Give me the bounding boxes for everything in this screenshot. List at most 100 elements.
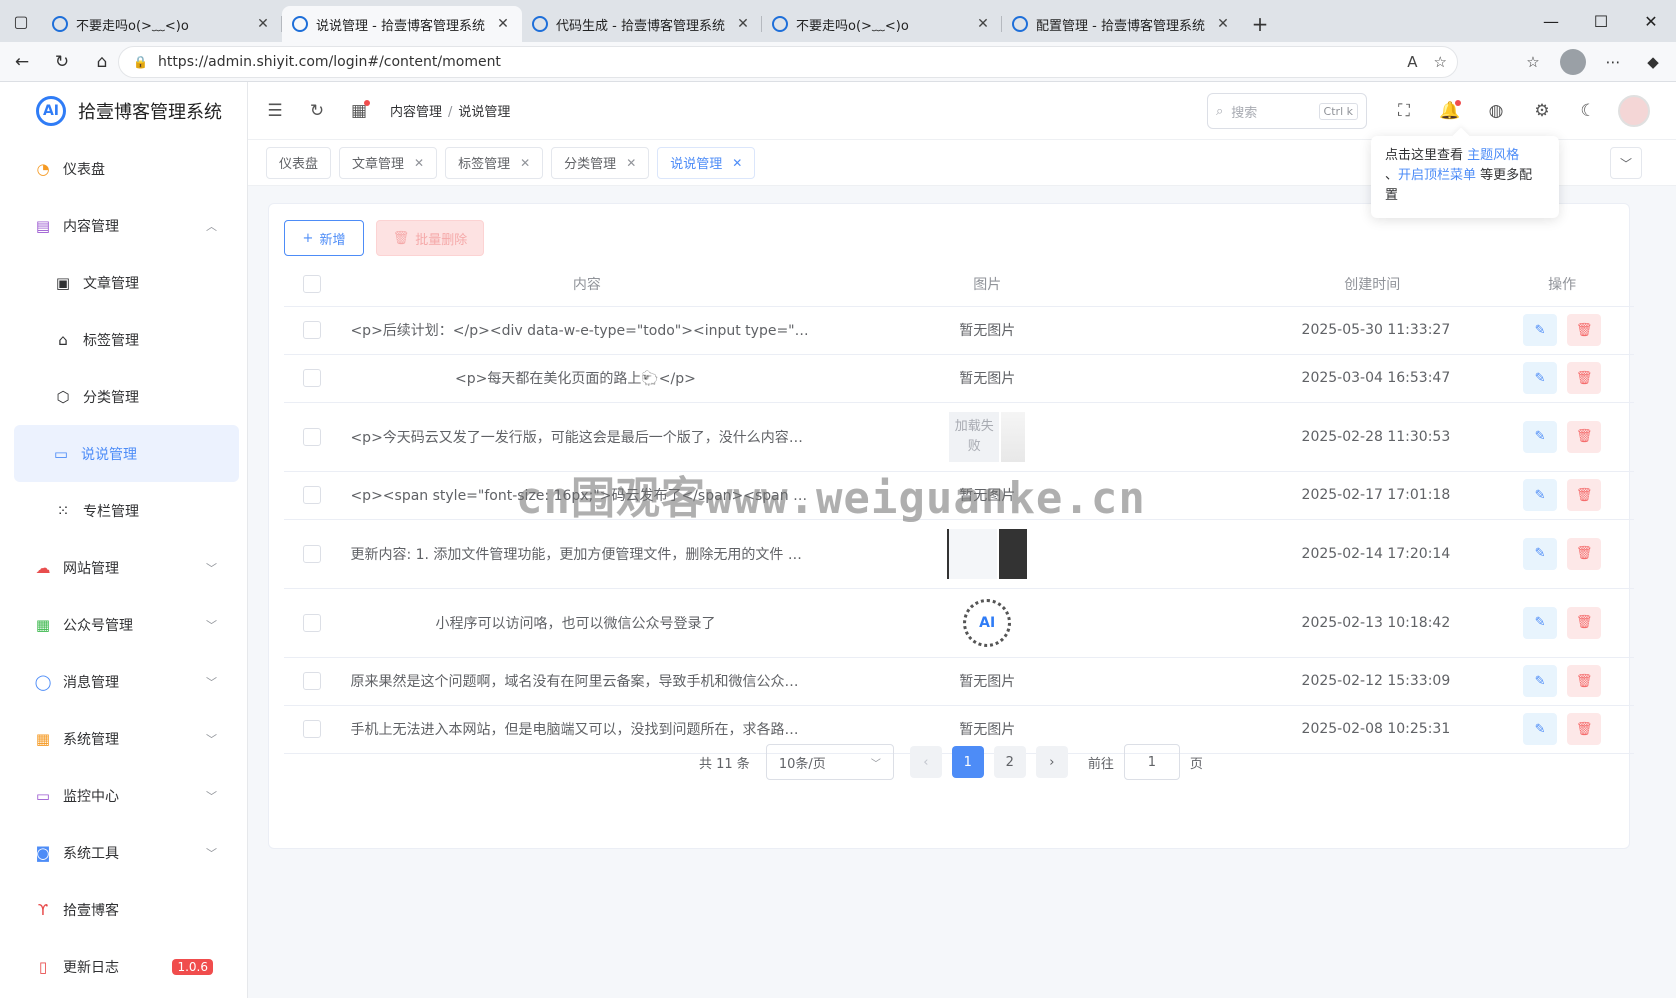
delete-button[interactable]: 🗑 (1567, 665, 1602, 697)
browser-tab[interactable]: 配置管理 - 拾壹博客管理系统 ✕ (1002, 6, 1242, 42)
delete-button[interactable]: 🗑 (1567, 537, 1602, 570)
browser-tab[interactable]: 代码生成 - 拾壹博客管理系统 ✕ (522, 6, 762, 42)
profile-icon[interactable] (1560, 49, 1586, 75)
close-tab-icon[interactable]: ✕ (1214, 16, 1232, 32)
next-page-button[interactable]: › (1035, 746, 1068, 778)
row-checkbox[interactable] (303, 486, 322, 504)
sidebar-item-messages[interactable]: ◯ 消息管理 ﹀ (0, 653, 247, 710)
delete-button[interactable]: 🗑 (1567, 479, 1602, 511)
tag-tags[interactable]: 标签管理 ✕ (445, 146, 544, 179)
language-icon[interactable]: ◍ (1475, 90, 1517, 132)
delete-button[interactable]: 🗑 (1567, 362, 1602, 394)
read-aloud-icon[interactable]: A (1407, 53, 1417, 71)
tag-articles[interactable]: 文章管理 ✕ (339, 146, 438, 179)
browser-tab[interactable]: 不要走吗o(>﹏<)o ✕ (762, 6, 1002, 42)
sidebar-item-columns[interactable]: ⁙ 专栏管理 (0, 482, 247, 539)
edit-button[interactable]: ✎ (1523, 420, 1558, 453)
image-thumbnail[interactable]: 加载失败 (949, 411, 1026, 462)
favorite-star-icon[interactable]: ☆ (1434, 53, 1447, 71)
sidebar-item-system[interactable]: ▦ 系统管理 ﹀ (0, 710, 247, 767)
refresh-icon[interactable]: ↻ (296, 90, 338, 132)
page-1-button[interactable]: 1 (951, 746, 984, 778)
chevron-down-icon[interactable]: ﹀ (1610, 147, 1642, 179)
close-tab-icon[interactable]: ✕ (494, 16, 512, 32)
edit-button[interactable]: ✎ (1523, 713, 1558, 745)
maximize-icon[interactable]: ☐ (1576, 0, 1626, 42)
close-window-icon[interactable]: ✕ (1626, 0, 1676, 42)
delete-button[interactable]: 🗑 (1567, 420, 1602, 453)
edit-button[interactable]: ✎ (1523, 314, 1558, 346)
close-tab-icon[interactable]: ✕ (734, 16, 752, 32)
prev-page-button[interactable]: ‹ (909, 746, 942, 778)
row-checkbox[interactable] (303, 544, 322, 563)
sidebar-item-tools[interactable]: ◙ 系统工具 ﹀ (0, 824, 247, 881)
close-tab-icon[interactable]: ✕ (254, 16, 272, 32)
search-input[interactable]: ⌕ 搜索 Ctrl k (1207, 93, 1367, 129)
close-icon[interactable]: ✕ (520, 156, 530, 170)
sidebar-item-website[interactable]: ☁ 网站管理 ﹀ (0, 539, 247, 596)
browser-tab[interactable]: 不要走吗o(>﹏<)o ✕ (42, 6, 282, 42)
image-thumbnail[interactable] (947, 528, 1028, 579)
window-menu-icon[interactable]: ▢ (0, 0, 42, 42)
reload-icon[interactable]: ↻ (44, 46, 80, 78)
back-icon[interactable]: ← (4, 46, 40, 78)
dark-mode-icon[interactable]: ☾ (1567, 90, 1609, 132)
sidebar-item-tags[interactable]: ⌂ 标签管理 (0, 311, 247, 368)
apps-icon[interactable]: ▦ (338, 90, 380, 132)
edit-button[interactable]: ✎ (1523, 362, 1558, 394)
sidebar-item-categories[interactable]: ⬡ 分类管理 (0, 368, 247, 425)
top-menu-link[interactable]: 开启顶栏菜单 (1398, 168, 1476, 183)
close-tab-icon[interactable]: ✕ (974, 16, 992, 32)
favorites-icon[interactable]: ☆ (1520, 49, 1546, 75)
bell-icon[interactable]: 🔔 (1429, 90, 1471, 132)
sidebar-item-moments[interactable]: ▭ 说说管理 (14, 425, 239, 482)
sidebar-item-articles[interactable]: ▣ 文章管理 (0, 254, 247, 311)
qr-code-image[interactable]: AI (963, 598, 1012, 647)
new-tab-button[interactable]: + (1242, 6, 1278, 42)
sidebar-item-changelog[interactable]: ▯ 更新日志 1.0.6 (0, 938, 247, 995)
page-size-select[interactable]: 10条/页 ﹀ (765, 744, 894, 780)
row-checkbox[interactable] (303, 613, 322, 632)
edit-button[interactable]: ✎ (1523, 606, 1558, 639)
edit-button[interactable]: ✎ (1523, 479, 1558, 511)
row-checkbox[interactable] (303, 321, 322, 339)
batch-delete-button[interactable]: 🗑 批量删除 (376, 220, 484, 256)
menu-toggle-icon[interactable]: ☰ (254, 90, 296, 132)
sidebar-item-monitor[interactable]: ▭ 监控中心 ﹀ (0, 767, 247, 824)
theme-style-link[interactable]: 主题风格 (1467, 148, 1519, 163)
row-checkbox[interactable] (303, 720, 322, 738)
sidebar-item-blog[interactable]: ϒ 拾壹博客 (0, 881, 247, 938)
close-icon[interactable]: ✕ (626, 156, 636, 170)
add-button[interactable]: + 新增 (284, 220, 364, 256)
app-logo[interactable]: AI 拾壹博客管理系统 (0, 82, 247, 140)
minimize-icon[interactable]: — (1526, 0, 1576, 42)
page-2-button[interactable]: 2 (993, 746, 1026, 778)
delete-button[interactable]: 🗑 (1567, 314, 1602, 346)
home-icon[interactable]: ⌂ (84, 46, 120, 78)
fullscreen-icon[interactable]: ⛶ (1383, 90, 1425, 132)
delete-button[interactable]: 🗑 (1567, 713, 1602, 745)
select-all-checkbox[interactable] (303, 274, 322, 293)
user-avatar[interactable] (1613, 90, 1655, 132)
row-checkbox[interactable] (303, 369, 322, 387)
settings-gear-icon[interactable]: ⚙ (1521, 90, 1563, 132)
more-icon[interactable]: ⋯ (1600, 49, 1626, 75)
url-field[interactable]: 🔒 https://admin.shiyit.com/login#/conten… (118, 46, 1458, 78)
close-icon[interactable]: ✕ (414, 156, 424, 170)
browser-tab-active[interactable]: 说说管理 - 拾壹博客管理系统 ✕ (282, 6, 522, 42)
sidebar-item-content[interactable]: ▤ 内容管理 ︿ (0, 197, 247, 254)
copilot-icon[interactable]: ◆ (1640, 49, 1666, 75)
row-checkbox[interactable] (303, 672, 322, 690)
tag-dashboard[interactable]: 仪表盘 (266, 146, 332, 179)
tag-moments[interactable]: 说说管理 ✕ (657, 146, 756, 179)
edit-button[interactable]: ✎ (1523, 665, 1558, 697)
sidebar-item-official-account[interactable]: ▦ 公众号管理 ﹀ (0, 596, 247, 653)
lock-icon[interactable]: 🔒 (133, 55, 148, 69)
goto-page-input[interactable]: 1 (1123, 744, 1180, 780)
tag-categories[interactable]: 分类管理 ✕ (551, 146, 650, 179)
sidebar-item-dashboard[interactable]: ◔ 仪表盘 (0, 140, 247, 197)
close-icon[interactable]: ✕ (732, 156, 742, 170)
row-checkbox[interactable] (303, 427, 322, 446)
delete-button[interactable]: 🗑 (1567, 606, 1602, 639)
edit-button[interactable]: ✎ (1523, 537, 1558, 570)
